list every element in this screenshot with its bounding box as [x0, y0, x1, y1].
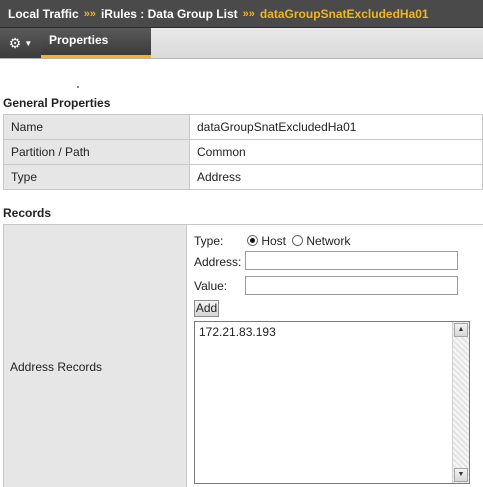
network-radio-option[interactable]: Network	[292, 234, 350, 248]
tab-strip: ⚙ ▼ Properties	[0, 28, 483, 59]
address-records-label-cell: Address Records	[3, 224, 187, 487]
tab-properties[interactable]: Properties	[41, 28, 151, 58]
breadcrumb: Local Traffic »» iRules : Data Group Lis…	[0, 0, 483, 28]
scrollbar[interactable]: ▲ ▼	[452, 322, 469, 483]
address-records-label: Address Records	[10, 360, 103, 374]
add-button[interactable]: Add	[194, 300, 219, 317]
scroll-up-icon[interactable]: ▲	[454, 323, 468, 337]
partition-label: Partition / Path	[3, 139, 190, 165]
address-input[interactable]	[245, 251, 458, 270]
host-radio[interactable]	[247, 235, 258, 246]
options-menu-button[interactable]: ⚙ ▼	[0, 28, 41, 58]
list-item[interactable]: 172.21.83.193	[199, 325, 276, 339]
address-field-label: Address:	[194, 255, 242, 269]
scroll-down-icon[interactable]: ▼	[454, 468, 468, 482]
name-value: dataGroupSnatExcludedHa01	[189, 114, 483, 140]
network-radio-label: Network	[306, 234, 351, 248]
network-radio[interactable]	[292, 235, 303, 246]
type-field-label: Type:	[194, 234, 224, 248]
value-input[interactable]	[245, 276, 458, 295]
breadcrumb-separator: »»	[242, 7, 255, 20]
divider-dot	[77, 86, 79, 88]
breadcrumb-path[interactable]: iRules : Data Group List	[101, 7, 238, 21]
type-value: Address	[189, 164, 483, 190]
breadcrumb-separator: »»	[83, 7, 96, 20]
name-label: Name	[3, 114, 190, 140]
breadcrumb-current: dataGroupSnatExcludedHa01	[259, 6, 429, 21]
host-radio-option[interactable]: Host	[247, 234, 286, 248]
table-row: Partition / Path Common	[3, 139, 483, 165]
records-title: Records	[3, 206, 52, 220]
host-radio-label: Host	[261, 234, 287, 248]
chevron-down-icon: ▼	[24, 38, 33, 48]
general-properties-title: General Properties	[3, 96, 111, 110]
value-field-label: Value:	[194, 279, 228, 293]
table-row: Name dataGroupSnatExcludedHa01	[3, 114, 483, 140]
gear-icon: ⚙	[8, 34, 22, 51]
breadcrumb-section[interactable]: Local Traffic	[8, 7, 79, 21]
general-properties-table: Name dataGroupSnatExcludedHa01 Partition…	[3, 114, 483, 190]
table-row: Type Address	[3, 164, 483, 190]
type-label: Type	[3, 164, 190, 190]
address-records-list[interactable]: 172.21.83.193 ▲ ▼	[194, 321, 470, 484]
partition-value: Common	[189, 139, 483, 165]
